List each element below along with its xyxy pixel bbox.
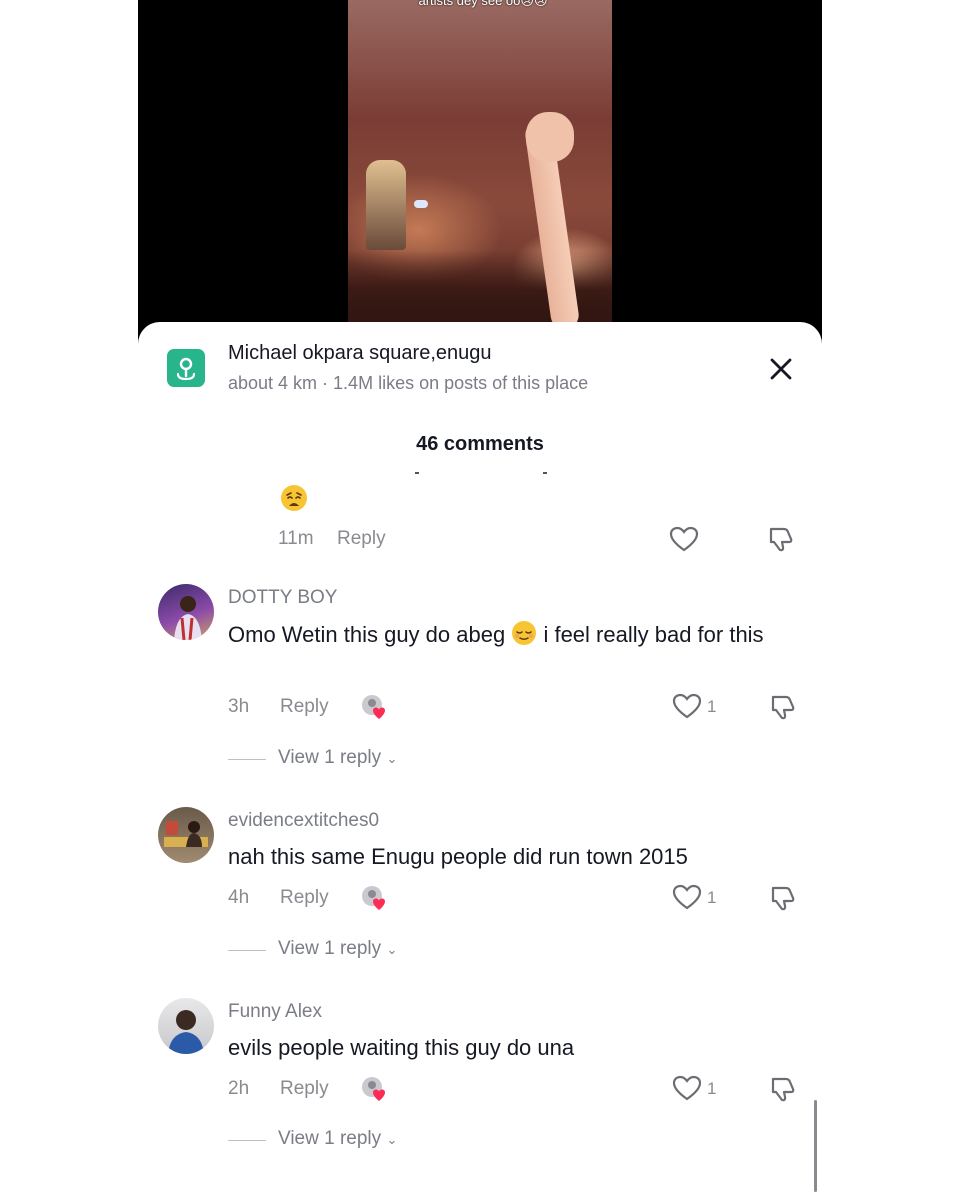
reply-button[interactable]: Reply xyxy=(280,696,329,718)
truncated-text-mark xyxy=(415,472,419,474)
heart-icon[interactable] xyxy=(672,1074,702,1102)
creator-liked-icon xyxy=(360,884,388,910)
close-icon[interactable] xyxy=(764,352,798,386)
view-replies-label: View 1 reply xyxy=(278,1128,382,1149)
heart-icon[interactable] xyxy=(672,692,702,720)
comments-count: 46 comments xyxy=(416,433,544,455)
avatar[interactable] xyxy=(158,807,214,863)
creator-liked-icon xyxy=(360,693,388,719)
video-performer xyxy=(366,160,406,250)
view-replies-label: View 1 reply xyxy=(278,747,382,768)
heart-icon[interactable] xyxy=(672,883,702,911)
comments-sheet: Michael okpara square,enugu about 4 km ·… xyxy=(138,322,822,1200)
chevron-down-icon: ⌄ xyxy=(386,942,398,957)
truncated-text-mark xyxy=(543,472,547,474)
video-player[interactable]: artists dey see oo😢😢 xyxy=(348,0,612,340)
weary-face-emoji-icon xyxy=(280,484,308,512)
comment-text-part: Omo Wetin this guy do abeg xyxy=(228,622,506,647)
comment-text: evils people waiting this guy do una xyxy=(228,1035,575,1060)
dislike-icon[interactable] xyxy=(767,693,797,721)
comment-time: 4h xyxy=(228,887,250,908)
dislike-icon[interactable] xyxy=(765,525,795,553)
like-count: 1 xyxy=(707,1079,717,1098)
scrollbar[interactable] xyxy=(814,1100,817,1192)
app-frame: artists dey see oo😢😢 Michael okpara squa… xyxy=(138,0,822,1200)
location-pin-icon[interactable] xyxy=(167,349,205,387)
avatar[interactable] xyxy=(158,998,214,1054)
relieved-face-emoji-icon xyxy=(511,620,537,646)
comment-username[interactable]: DOTTY BOY xyxy=(228,587,337,609)
chevron-down-icon: ⌄ xyxy=(386,751,398,766)
dislike-icon[interactable] xyxy=(767,884,797,912)
view-replies-label: View 1 reply xyxy=(278,938,382,959)
comment-username[interactable]: evidencextitches0 xyxy=(228,810,379,832)
video-caption: artists dey see oo😢😢 xyxy=(418,0,548,8)
heart-icon[interactable] xyxy=(669,525,699,553)
avatar[interactable] xyxy=(158,584,214,640)
divider xyxy=(228,1140,266,1141)
like-count: 1 xyxy=(707,888,717,907)
comment-text: nah this same Enugu people did run town … xyxy=(228,844,688,869)
location-title[interactable]: Michael okpara square,enugu xyxy=(228,342,492,365)
view-replies-button[interactable]: View 1 reply ⌄ xyxy=(278,1128,397,1150)
comment-text-part: i feel really bad for this xyxy=(543,622,764,647)
divider xyxy=(228,759,266,760)
comment-time: 2h xyxy=(228,1078,250,1099)
view-replies-button[interactable]: View 1 reply ⌄ xyxy=(278,747,397,769)
reply-button[interactable]: Reply xyxy=(337,528,386,550)
dislike-icon[interactable] xyxy=(767,1075,797,1103)
reply-button[interactable]: Reply xyxy=(280,887,329,909)
like-count: 1 xyxy=(707,697,717,716)
video-raised-fist xyxy=(526,112,574,162)
chevron-down-icon: ⌄ xyxy=(386,1132,398,1147)
comment-time: 3h xyxy=(228,696,250,717)
divider xyxy=(228,950,266,951)
location-subtitle: about 4 km · 1.4M likes on posts of this… xyxy=(228,373,589,393)
video-stage-light xyxy=(414,200,428,208)
comment-time: 11m xyxy=(278,528,314,549)
comment-username[interactable]: Funny Alex xyxy=(228,1001,322,1023)
creator-liked-icon xyxy=(360,1075,388,1101)
reply-button[interactable]: Reply xyxy=(280,1078,329,1100)
view-replies-button[interactable]: View 1 reply ⌄ xyxy=(278,938,397,960)
comment-text: Omo Wetin this guy do abeg i feel really… xyxy=(228,618,788,651)
